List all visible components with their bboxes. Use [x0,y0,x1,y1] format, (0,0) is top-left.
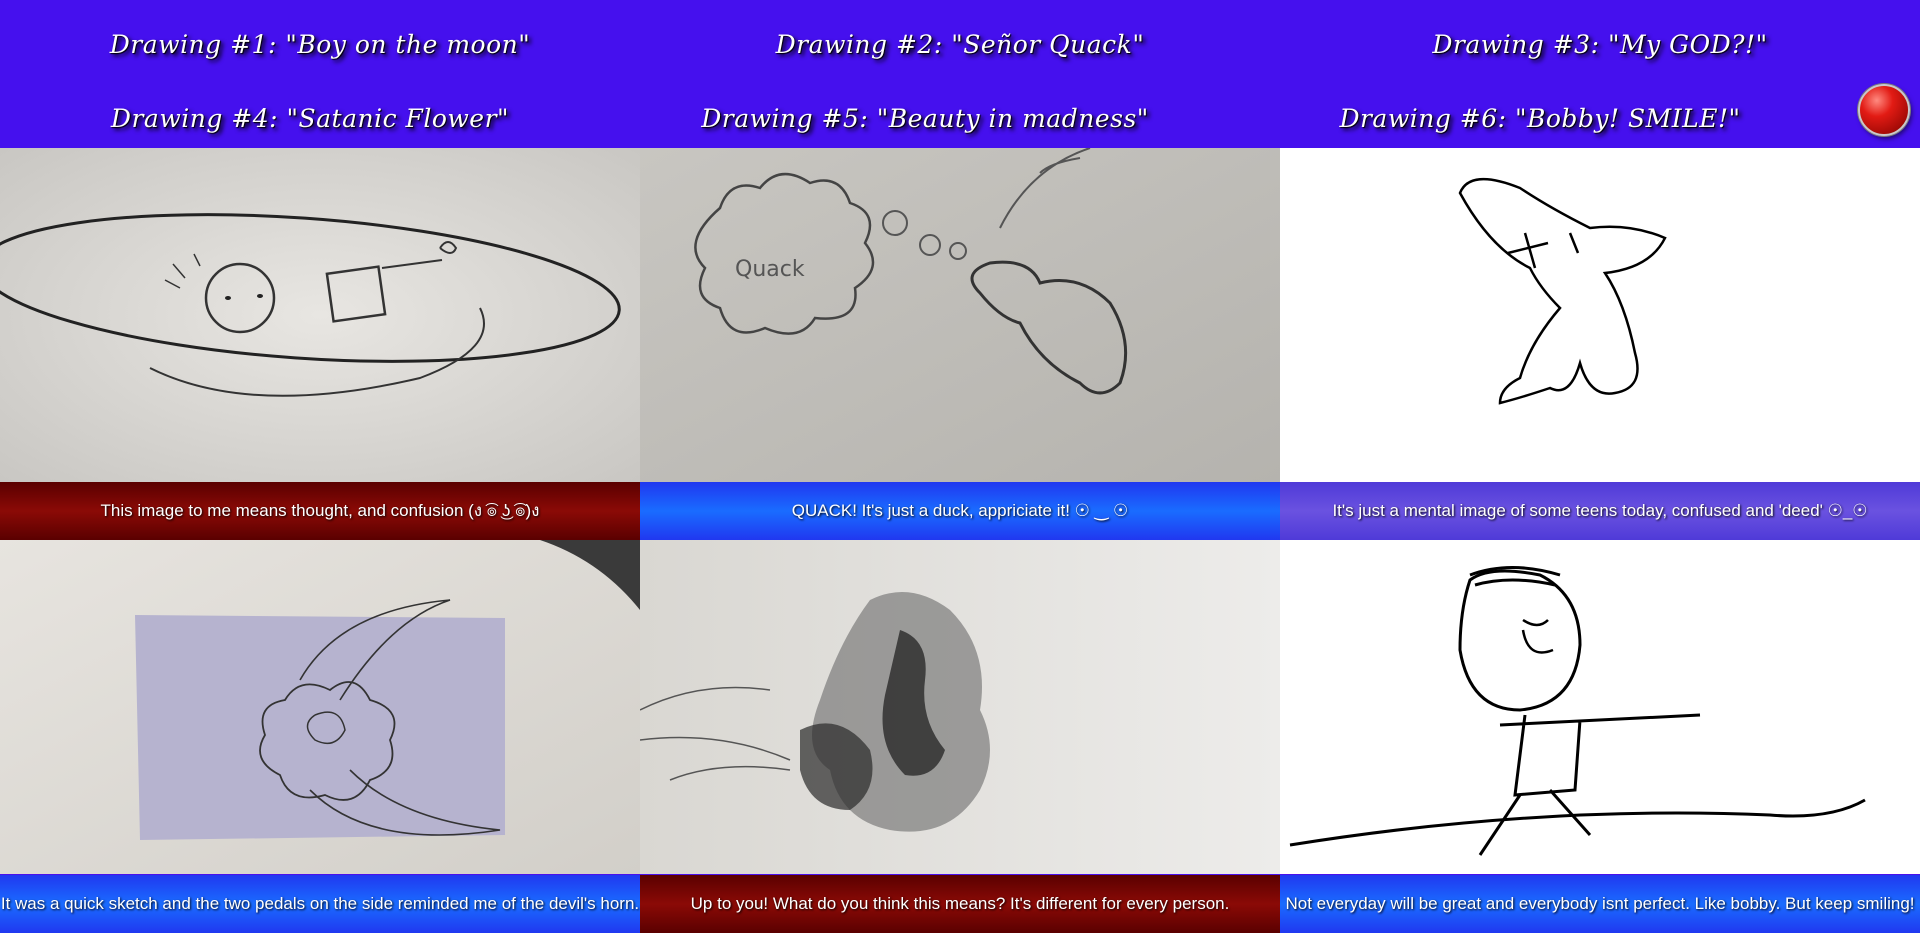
drawing-1-image [0,148,640,482]
satanic-flower-sketch [0,540,640,874]
drawing-6-title: Drawing #6: "Bobby! SMILE!" [1339,104,1741,133]
drawing-5-caption: Up to you! What do you think this means?… [640,875,1280,933]
drawing-2-title: Drawing #2: "Señor Quack" [775,30,1145,59]
drawing-2-image: Quack [640,148,1280,482]
my-god-sketch [1280,148,1920,482]
drawing-1-title: Drawing #1: "Boy on the moon" [109,30,531,59]
bobby-smile-sketch [1280,540,1920,874]
senor-quack-sketch: Quack [640,148,1280,482]
boy-on-moon-sketch [0,148,640,482]
drawing-3-title: Drawing #3: "My GOD?!" [1432,30,1768,59]
drawing-4-caption: It was a quick sketch and the two pedals… [0,875,640,933]
drawing-3-caption: It's just a mental image of some teens t… [1280,482,1920,540]
svg-text:Quack: Quack [735,257,805,282]
drawing-4-title: Drawing #4: "Satanic Flower" [110,104,510,133]
drawing-2-caption: QUACK! It's just a duck, appriciate it! … [640,482,1280,540]
drawing-1-caption: This image to me means thought, and conf… [0,482,640,540]
drawing-3-image [1280,148,1920,482]
drawing-6-caption: Not everyday will be great and everybody… [1280,875,1920,933]
drawing-5-image [640,540,1280,874]
drawing-5-title: Drawing #5: "Beauty in madness" [701,104,1149,133]
beauty-in-madness-sketch [640,540,1280,874]
record-button[interactable] [1858,84,1910,136]
drawing-6-image [1280,540,1920,874]
title-header: Drawing #1: "Boy on the moon" Drawing #2… [0,0,1920,148]
drawing-4-image [0,540,640,874]
